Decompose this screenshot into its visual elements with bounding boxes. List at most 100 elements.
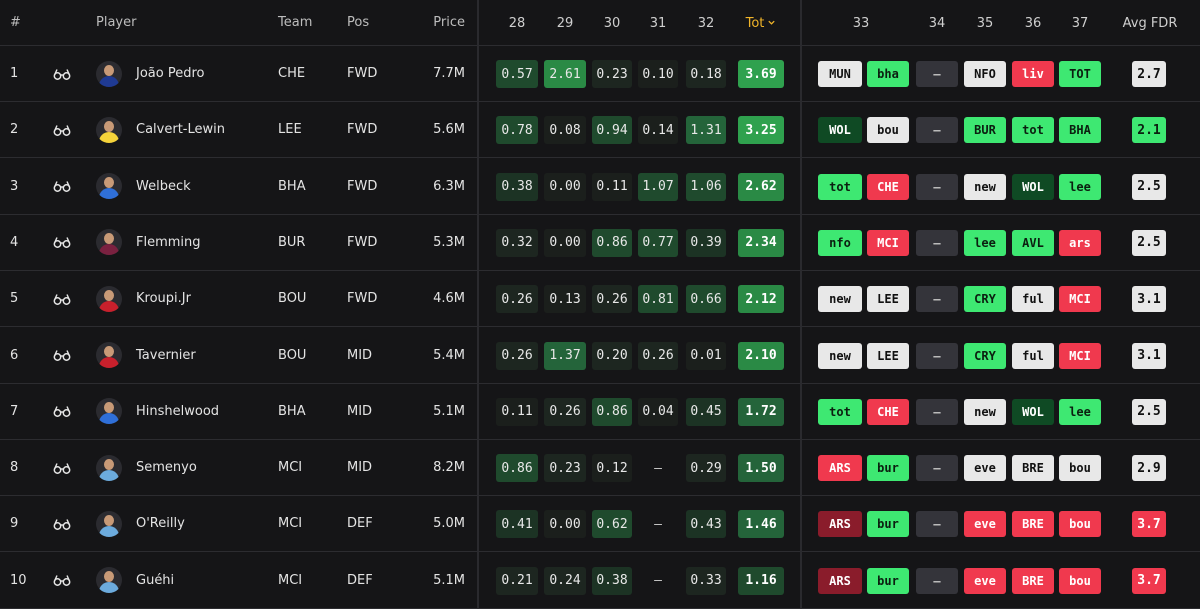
avatar (96, 173, 122, 200)
gw-points: 0.81 (638, 285, 678, 314)
header-num: # (10, 15, 21, 30)
header-price[interactable]: Price (405, 0, 465, 45)
header-gw-29[interactable]: 29 (544, 0, 586, 46)
player-name: Hinshelwood (136, 403, 220, 419)
header-avg-fdr[interactable]: Avg FDR (1118, 0, 1182, 46)
fixture-badge: CHE (867, 398, 909, 425)
header-gw-34[interactable]: 34 (916, 0, 958, 46)
header-pos[interactable]: Pos (347, 0, 407, 45)
gw-points: 0.18 (686, 60, 726, 88)
total-points: 2.34 (738, 228, 784, 257)
gw-points: 1.06 (686, 172, 726, 201)
fixture-badge: MCI (1059, 286, 1101, 313)
header-gw-36[interactable]: 36 (1012, 0, 1054, 46)
total-points: 2.62 (738, 172, 784, 201)
player-price: 5.3M (433, 234, 465, 250)
gw-points: 0.04 (638, 397, 678, 426)
table-row[interactable]: 4 Flemming BUR FWD 5.3M 0.32 0.00 0.86 0.77 0.39 2… (0, 215, 1200, 271)
row-number: 3 (10, 178, 19, 194)
table-row[interactable]: 5 Kroupi.Jr BOU FWD 4.6M 0.26 0.13 0.26 0.81 0.66… (0, 271, 1200, 328)
glasses-icon[interactable] (50, 215, 74, 270)
fixture-badge: LEE (867, 342, 909, 369)
gw-points: 0.29 (686, 454, 726, 483)
glasses-icon[interactable] (50, 553, 74, 608)
player-cell[interactable]: João Pedro (96, 46, 276, 101)
table-row[interactable]: 10 Guéhi MCI DEF 5.1M 0.21 0.24 0.38 – 0.33 1.16 AR… (0, 553, 1200, 609)
avatar (96, 229, 122, 256)
header-gw-31[interactable]: 31 (638, 0, 678, 46)
gw-points: 0.45 (686, 397, 726, 426)
gw-points: 0.08 (544, 116, 586, 145)
table-row[interactable]: 1 João Pedro CHE FWD 7.7M 0.57 2.61 0.23 0.10 0.1… (0, 46, 1200, 102)
player-cell[interactable]: Flemming (96, 215, 276, 270)
table-row[interactable]: 7 Hinshelwood BHA MID 5.1M 0.11 0.26 0.86 0.04 0.… (0, 384, 1200, 440)
avatar (96, 398, 122, 425)
glasses-icon[interactable] (50, 271, 74, 326)
player-cell[interactable]: Kroupi.Jr (96, 271, 276, 326)
table-row[interactable]: 2 Calvert-Lewin LEE FWD 5.6M 0.78 0.08 0.94 0.14… (0, 102, 1200, 159)
header-gw-33[interactable]: 33 (840, 0, 882, 46)
header-gw-32[interactable]: 32 (686, 0, 726, 46)
gw-points: 0.26 (592, 285, 632, 314)
row-number: 4 (10, 234, 19, 250)
row-number: 8 (10, 460, 19, 476)
player-cell[interactable]: O'Reilly (96, 496, 276, 551)
gw-points: 0.23 (544, 454, 586, 483)
player-team: MCI (278, 460, 303, 476)
gw-points: 0.39 (686, 228, 726, 257)
table-row[interactable]: 8 Semenyo MCI MID 8.2M 0.86 0.23 0.12 – 0.29 1.50 A… (0, 440, 1200, 497)
blank-gameweek: — (916, 455, 958, 482)
table-row[interactable]: 9 O'Reilly MCI DEF 5.0M 0.41 0.00 0.62 – 0.43 1.46… (0, 496, 1200, 553)
player-name: Welbeck (136, 178, 191, 194)
total-points: 3.25 (738, 116, 784, 145)
glasses-icon[interactable] (50, 46, 74, 101)
fixture-badge: BRE (1012, 511, 1054, 538)
avg-fdr-badge: 2.5 (1132, 398, 1166, 425)
gw-points: 0.00 (544, 228, 586, 257)
player-cell[interactable]: Welbeck (96, 159, 276, 214)
player-cell[interactable]: Guéhi (96, 553, 276, 608)
gw-points: 0.26 (496, 341, 538, 370)
gw-points: – (654, 460, 662, 476)
player-team: CHE (278, 66, 306, 81)
table-row[interactable]: 3 Welbeck BHA FWD 6.3M 0.38 0.00 0.11 1.07 1.06 2.… (0, 159, 1200, 215)
player-cell[interactable]: Hinshelwood (96, 384, 276, 439)
header-gw-30[interactable]: 30 (592, 0, 632, 46)
gw-points: 0.94 (592, 116, 632, 145)
header-gw-37[interactable]: 37 (1059, 0, 1101, 46)
player-cell[interactable]: Calvert-Lewin (96, 102, 276, 157)
header-gw-28[interactable]: 28 (496, 0, 538, 46)
header-gw-35[interactable]: 35 (964, 0, 1006, 46)
fixture-badge: bur (867, 511, 909, 538)
fixture-badge: BHA (1059, 117, 1101, 144)
player-price: 5.0M (433, 516, 465, 532)
player-cell[interactable]: Tavernier (96, 328, 276, 383)
glasses-icon[interactable] (50, 159, 74, 214)
player-team: BHA (278, 403, 306, 419)
header-player[interactable]: Player (96, 0, 276, 45)
player-price: 5.1M (433, 572, 465, 588)
glasses-icon[interactable] (50, 384, 74, 439)
table-row[interactable]: 6 Tavernier BOU MID 5.4M 0.26 1.37 0.20 0.26 0.01… (0, 328, 1200, 384)
avg-fdr-badge: 2.1 (1132, 117, 1166, 144)
gw-points: 0.62 (592, 510, 632, 539)
header-tot[interactable]: Tot (730, 0, 792, 46)
section-divider (477, 0, 479, 609)
player-position: DEF (347, 516, 373, 532)
player-cell[interactable]: Semenyo (96, 440, 276, 495)
fixture-badge: ful (1012, 286, 1054, 313)
glasses-icon[interactable] (50, 328, 74, 383)
fixture-badge: NFO (964, 61, 1006, 87)
fixture-badge: new (964, 398, 1006, 425)
glasses-icon[interactable] (50, 496, 74, 551)
player-team: BUR (278, 234, 306, 250)
gw-points: 0.26 (496, 285, 538, 314)
header-team[interactable]: Team (278, 0, 338, 45)
fixture-badge: new (818, 286, 862, 313)
fixture-badge: bou (867, 117, 909, 144)
glasses-icon[interactable] (50, 102, 74, 157)
fixture-badge: CRY (964, 286, 1006, 313)
player-name: Calvert-Lewin (136, 122, 225, 138)
player-team: BOU (278, 347, 307, 363)
glasses-icon[interactable] (50, 440, 74, 495)
